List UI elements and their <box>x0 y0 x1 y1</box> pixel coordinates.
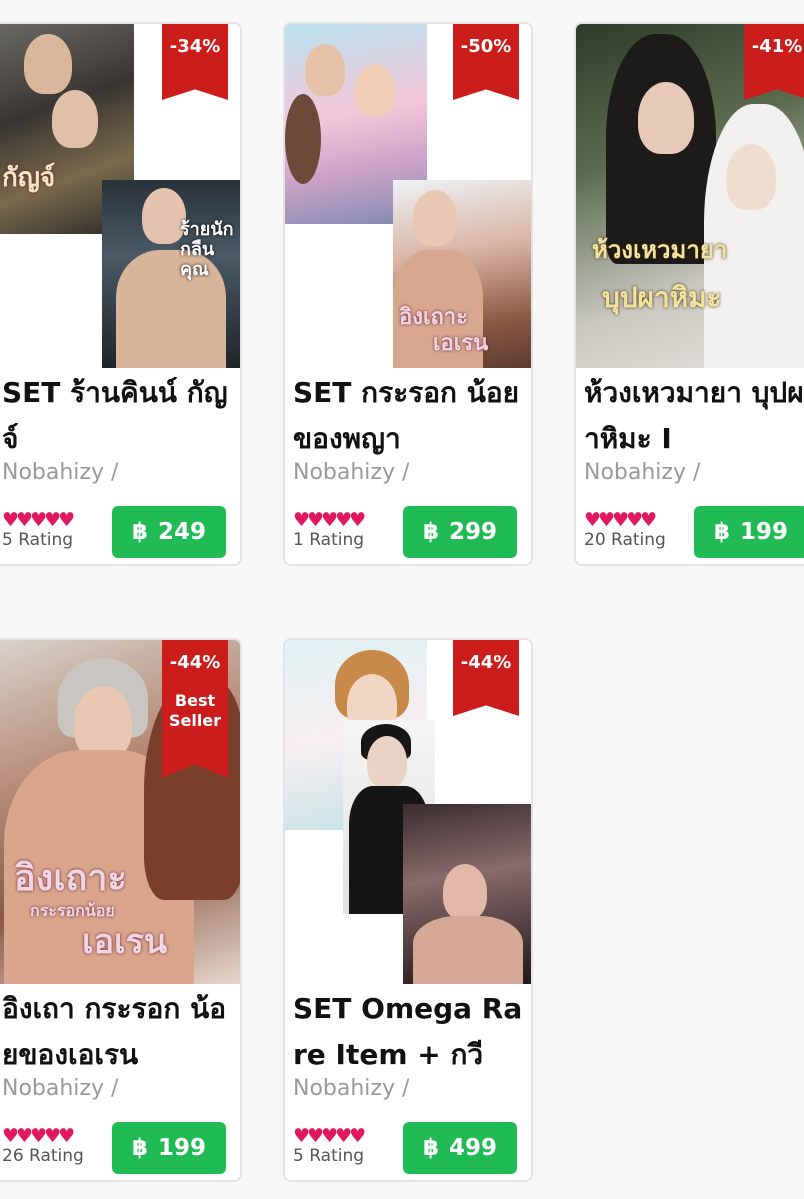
cover-title: เอเรน <box>82 922 168 962</box>
product-author[interactable]: Nobahizy / <box>2 460 118 485</box>
product-card[interactable]: -44% SET Omega Rare Item + กวี Nobahizy … <box>283 638 533 1182</box>
rating-count: 5 Rating <box>2 530 74 550</box>
discount-badge: -44% Best Seller <box>162 640 228 778</box>
cover-art-2: ร้ายนักกลืนคุณ <box>102 180 240 368</box>
buy-button[interactable]: ฿ 499 <box>403 1122 517 1174</box>
buy-button[interactable]: ฿ 199 <box>694 506 804 558</box>
buy-button[interactable]: ฿ 299 <box>403 506 517 558</box>
discount-badge: -44% <box>453 640 519 716</box>
discount-badge: -50% <box>453 24 519 100</box>
cover-title: ห้วงเหวมายา <box>592 236 728 264</box>
heart-icon: ♥♥♥♥♥ <box>2 509 75 531</box>
price-value: 249 <box>158 519 207 545</box>
product-author[interactable]: Nobahizy / <box>584 460 700 485</box>
best-seller-badge: Best Seller <box>168 691 222 730</box>
baht-icon: ฿ <box>422 519 439 545</box>
discount-badge: -34% <box>162 24 228 100</box>
buy-button[interactable]: ฿ 199 <box>112 1122 226 1174</box>
product-title[interactable]: อิงเถา กระรอก น้อยของเอเรน <box>2 986 234 1078</box>
price-value: 499 <box>449 1135 498 1161</box>
heart-icon: ♥♥♥♥♥ <box>2 1125 75 1147</box>
baht-icon: ฿ <box>131 519 148 545</box>
heart-icon: ♥♥♥♥♥ <box>584 509 657 531</box>
product-card[interactable]: อิงเถาะ กระรอกน้อย เอเรน -44% Best Seller… <box>0 638 242 1182</box>
cover-title: กระรอกน้อย <box>30 901 115 920</box>
baht-icon: ฿ <box>131 1135 148 1161</box>
cover-title: อิงเถาะ <box>399 305 468 330</box>
rating-count: 20 Rating <box>584 530 666 550</box>
product-title[interactable]: SET Omega Rare Item + กวี <box>293 986 525 1078</box>
cover-title: อิงเถาะ <box>14 858 127 899</box>
product-card[interactable]: อิงเถาะ เอเรน -50% SET กระรอก น้อยของพญา… <box>283 22 533 566</box>
rating-count: 1 Rating <box>293 530 365 550</box>
discount-value: -44% <box>169 652 221 673</box>
buy-button[interactable]: ฿ 249 <box>112 506 226 558</box>
product-card[interactable]: ห้วงเหวมายา บุปผาหิมะ -41% ห้วงเหวมายา บ… <box>574 22 804 566</box>
product-card[interactable]: กัญจ์ ร้ายนักกลืนคุณ -34% SET ร้านคินน์ … <box>0 22 242 566</box>
heart-icon: ♥♥♥♥♥ <box>293 509 366 531</box>
cover-title: บุปผาหิมะ <box>602 281 722 314</box>
rating-count: 5 Rating <box>293 1146 365 1166</box>
cover-title: เอเรน <box>433 331 489 356</box>
heart-icon: ♥♥♥♥♥ <box>293 1125 366 1147</box>
baht-icon: ฿ <box>422 1135 439 1161</box>
cover-title: ร้ายนักกลืนคุณ <box>180 219 234 280</box>
product-author[interactable]: Nobahizy / <box>293 1076 409 1101</box>
price-value: 199 <box>740 519 789 545</box>
discount-badge: -41% <box>744 24 804 100</box>
product-author[interactable]: Nobahizy / <box>2 1076 118 1101</box>
product-title[interactable]: SET กระรอก น้อยของพญา <box>293 370 525 462</box>
product-title[interactable]: ห้วงเหวมายา บุปผาหิมะ I <box>584 370 804 462</box>
product-title[interactable]: SET ร้านคินน์ กัญจ์ <box>2 370 234 462</box>
cover-art-3 <box>403 804 531 984</box>
price-value: 299 <box>449 519 498 545</box>
rating-count: 26 Rating <box>2 1146 84 1166</box>
product-author[interactable]: Nobahizy / <box>293 460 409 485</box>
cover-art-2: อิงเถาะ เอเรน <box>393 180 531 368</box>
baht-icon: ฿ <box>713 519 730 545</box>
price-value: 199 <box>158 1135 207 1161</box>
